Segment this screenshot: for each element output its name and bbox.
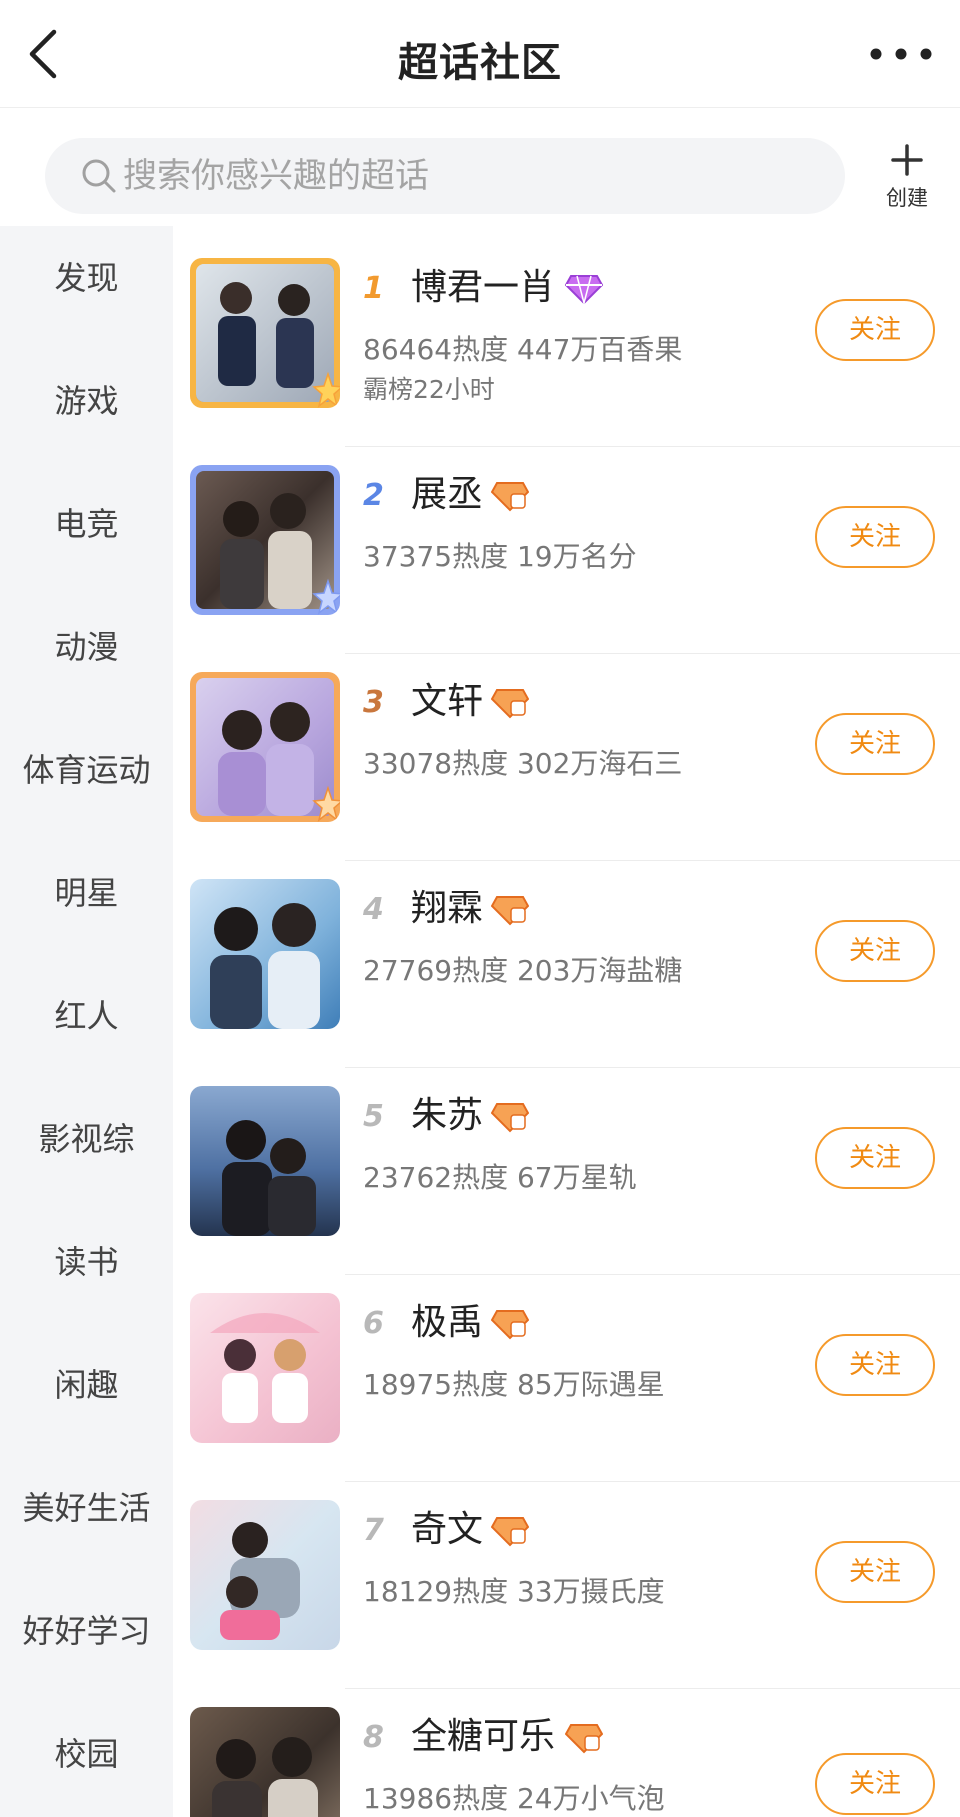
topic-stats: 86464热度 447万百香果: [363, 333, 683, 366]
topic-avatar[interactable]: [190, 465, 340, 615]
topic-row[interactable]: 3 文轩 33078热度 302万海石三 关注: [173, 654, 960, 861]
purple-diamond-badge-icon: [565, 275, 603, 306]
category-sidebar: 发现 游戏 电竞 动漫 体育运动 明星 红人 影视综 读书 闲趣 美好生活 好好…: [0, 226, 173, 1817]
category-item-influencers[interactable]: 红人: [0, 976, 173, 1056]
orange-level-badge-icon: [491, 482, 529, 512]
more-dots-icon: [870, 48, 932, 60]
topic-stats: 23762热度 67万星轨: [363, 1161, 637, 1194]
follow-button[interactable]: 关注: [815, 920, 935, 982]
topic-row[interactable]: 8 全糖可乐 13986热度 24万小气泡 关注: [173, 1689, 960, 1817]
topic-name: 翔霖: [411, 888, 484, 929]
rank-number: 8: [363, 1720, 384, 1755]
follow-button[interactable]: 关注: [815, 1334, 935, 1396]
topic-stats: 18129热度 33万摄氏度: [363, 1575, 665, 1608]
rank-number: 2: [363, 478, 384, 513]
follow-button[interactable]: 关注: [815, 506, 935, 568]
topic-avatar[interactable]: [190, 258, 340, 408]
topic-row[interactable]: 1 博君一肖 86464热度 447万百香果 霸榜22小时 关注: [173, 240, 960, 447]
super-topic-community-page: 超话社区 创建 发现 游戏 电竞 动漫 体育运动 明星 红人 影视综: [0, 0, 960, 1817]
create-label: 创建: [886, 186, 928, 210]
category-item-reading[interactable]: 读书: [0, 1222, 173, 1302]
follow-button[interactable]: 关注: [815, 1127, 935, 1189]
topic-ranking-duration: 霸榜22小时: [363, 375, 495, 404]
topic-stats: 13986热度 24万小气泡: [363, 1782, 665, 1815]
plus-icon: [891, 144, 923, 176]
search-icon: [82, 159, 116, 193]
category-item-games[interactable]: 游戏: [0, 361, 173, 441]
more-button[interactable]: [866, 36, 936, 72]
rank-number: 5: [363, 1099, 384, 1134]
follow-button[interactable]: 关注: [815, 713, 935, 775]
page-title: 超话社区: [398, 40, 562, 86]
orange-level-badge-icon: [491, 1103, 529, 1133]
topic-name: 文轩: [411, 681, 484, 722]
category-item-good-life[interactable]: 美好生活: [0, 1468, 173, 1548]
orange-level-badge-icon: [565, 1724, 603, 1754]
topic-row[interactable]: 2 展丞 37375热度 19万名分 关注: [173, 447, 960, 654]
topic-row[interactable]: 5 朱苏 23762热度 67万星轨 关注: [173, 1068, 960, 1275]
orange-level-badge-icon: [491, 896, 529, 926]
category-item-study[interactable]: 好好学习: [0, 1591, 173, 1671]
topic-name: 奇文: [411, 1509, 484, 1550]
follow-button[interactable]: 关注: [815, 1541, 935, 1603]
category-item-sports[interactable]: 体育运动: [0, 730, 173, 810]
topic-name: 朱苏: [411, 1095, 484, 1136]
topic-row[interactable]: 6 极禹 18975热度 85万际遇星 关注: [173, 1275, 960, 1482]
topic-name: 全糖可乐: [411, 1716, 556, 1757]
category-item-discover[interactable]: 发现: [0, 238, 173, 318]
topic-ranking-list: 1 博君一肖 86464热度 447万百香果 霸榜22小时 关注 2 展丞 37…: [173, 226, 960, 1817]
topic-name: 博君一肖: [411, 267, 556, 308]
rank-number: 7: [363, 1513, 384, 1548]
category-item-leisure[interactable]: 闲趣: [0, 1345, 173, 1425]
search-input[interactable]: [123, 138, 823, 214]
orange-level-badge-icon: [491, 1517, 529, 1547]
follow-button[interactable]: 关注: [815, 1753, 935, 1815]
rank-number: 6: [363, 1306, 384, 1341]
category-item-esports[interactable]: 电竞: [0, 484, 173, 564]
topic-stats: 27769热度 203万海盐糖: [363, 954, 683, 987]
star-icon: [312, 578, 340, 615]
category-item-campus[interactable]: 校园: [0, 1714, 173, 1794]
topic-stats: 37375热度 19万名分: [363, 540, 637, 573]
orange-level-badge-icon: [491, 689, 529, 719]
topic-avatar[interactable]: [190, 1500, 340, 1650]
topic-avatar[interactable]: [190, 672, 340, 822]
topic-name: 极禹: [411, 1302, 484, 1343]
topic-avatar[interactable]: [190, 879, 340, 1029]
category-item-anime[interactable]: 动漫: [0, 607, 173, 687]
topic-avatar[interactable]: [190, 1293, 340, 1443]
category-item-stars[interactable]: 明星: [0, 853, 173, 933]
top-nav-bar: 超话社区: [0, 0, 960, 108]
follow-button[interactable]: 关注: [815, 299, 935, 361]
create-topic-button[interactable]: 创建: [872, 140, 942, 220]
topic-name: 展丞: [411, 474, 484, 515]
topic-stats: 33078热度 302万海石三: [363, 747, 683, 780]
topic-stats: 18975热度 85万际遇星: [363, 1368, 665, 1401]
rank-number: 3: [363, 685, 384, 720]
rank-number: 4: [363, 892, 384, 927]
topic-row[interactable]: 4 翔霖 27769热度 203万海盐糖 关注: [173, 861, 960, 1068]
orange-level-badge-icon: [491, 1310, 529, 1340]
topic-row[interactable]: 7 奇文 18129热度 33万摄氏度 关注: [173, 1482, 960, 1689]
search-bar[interactable]: [45, 138, 845, 214]
rank-number: 1: [363, 271, 384, 306]
star-icon: [312, 785, 340, 822]
category-item-film-tv[interactable]: 影视综: [0, 1099, 173, 1179]
star-icon: [312, 371, 340, 408]
topic-avatar[interactable]: [190, 1707, 340, 1817]
topic-avatar[interactable]: [190, 1086, 340, 1236]
